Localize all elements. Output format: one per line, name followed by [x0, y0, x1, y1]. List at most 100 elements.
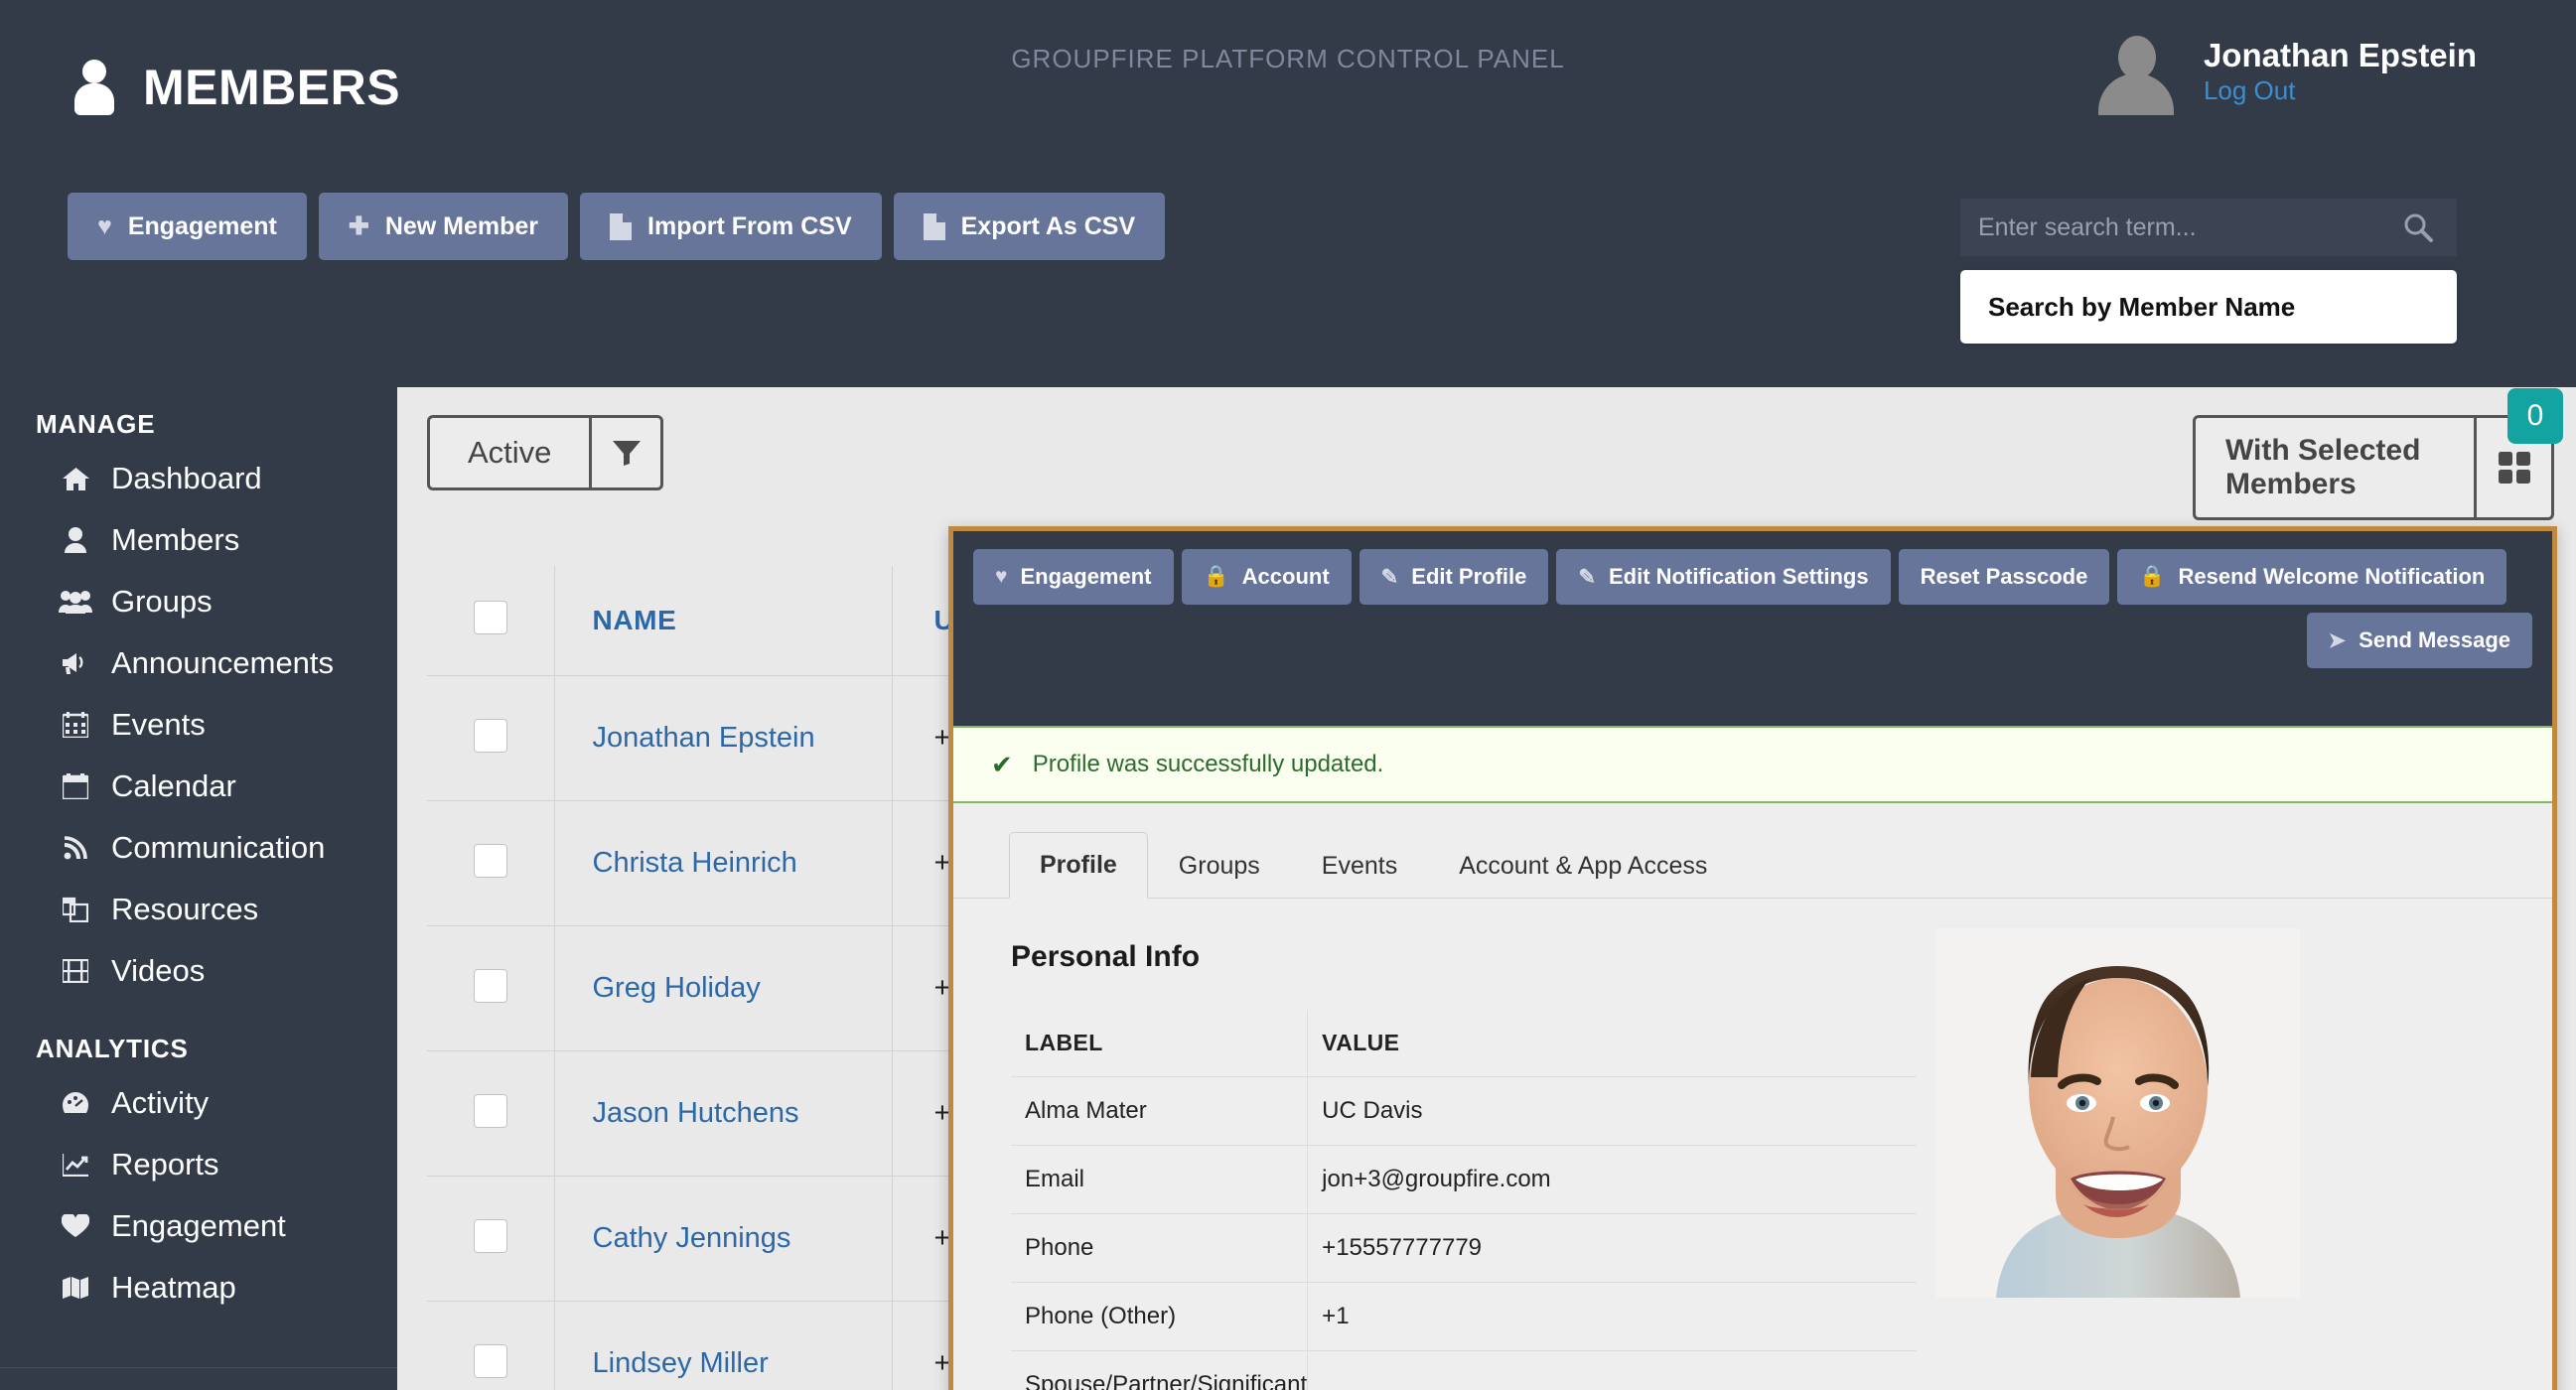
member-actions-row-1: ♥ Engagement 🔒 Account ✎ Edit Profile ✎ … — [973, 549, 2532, 605]
search-field[interactable] — [1960, 199, 2457, 256]
info-value: UC Davis — [1307, 1076, 1917, 1146]
sidebar-item-label: Heatmap — [111, 1270, 236, 1305]
sidebar-section-analytics-title: ANALYTICS — [36, 1034, 189, 1063]
person-icon — [58, 527, 93, 553]
resend-welcome-notification-button[interactable]: 🔒 Resend Welcome Notification — [2117, 549, 2507, 605]
new-member-button[interactable]: ✚ New Member — [318, 193, 569, 260]
info-column-header-value: VALUE — [1307, 1010, 1917, 1077]
sidebar-item-members[interactable]: Members — [0, 509, 397, 571]
select-all-checkbox[interactable] — [473, 601, 507, 635]
engagement-action-button[interactable]: ♥ Engagement — [973, 549, 1174, 605]
sidebar-item-reports[interactable]: Reports — [0, 1134, 397, 1195]
map-icon — [58, 1276, 93, 1300]
tab-profile[interactable]: Profile — [1009, 832, 1148, 899]
lock-icon: 🔒 — [1203, 565, 1229, 588]
sidebar-item-activity[interactable]: Activity — [0, 1072, 397, 1134]
sidebar-item-label: Groups — [111, 584, 213, 619]
engagement-button[interactable]: ♥ Engagement — [68, 193, 307, 260]
info-row: Phone (Other) +1 — [1011, 1282, 1917, 1351]
info-row: Alma Mater UC Davis — [1011, 1076, 1917, 1146]
member-name-link[interactable]: Jonathan Epstein — [593, 722, 815, 754]
avatar — [2094, 30, 2178, 115]
row-checkbox[interactable] — [473, 843, 507, 878]
sidebar-item-groups[interactable]: Groups — [0, 571, 397, 632]
funnel-icon[interactable] — [589, 418, 660, 487]
logout-link[interactable]: Log Out — [2204, 74, 2477, 108]
users-icon — [58, 590, 93, 614]
column-header-name[interactable]: NAME — [554, 566, 893, 675]
selected-count-badge: 0 — [2507, 388, 2563, 444]
rss-icon — [58, 836, 93, 860]
page-title-block: MEMBERS — [72, 58, 400, 117]
check-icon: ✔ — [991, 749, 1013, 779]
sidebar-item-announcements[interactable]: Announcements — [0, 632, 397, 694]
row-checkbox[interactable] — [473, 1218, 507, 1253]
member-name-link[interactable]: Christa Heinrich — [593, 847, 797, 879]
edit-notification-settings-button[interactable]: ✎ Edit Notification Settings — [1556, 549, 1891, 605]
sidebar-item-label: Members — [111, 522, 240, 557]
status-filter-label[interactable]: Active — [430, 418, 589, 487]
file-icon — [610, 212, 633, 240]
sidebar-section-manage-title: MANAGE — [36, 409, 156, 439]
personal-info-heading: Personal Info — [1011, 940, 1201, 973]
sidebar-item-label: Events — [111, 707, 206, 742]
heart-icon — [58, 1214, 93, 1238]
person-icon — [72, 58, 117, 117]
send-message-button[interactable]: ➤ Send Message — [2306, 613, 2532, 668]
sidebar-item-label: Resources — [111, 892, 259, 926]
info-label: Email — [1011, 1145, 1309, 1214]
copy-icon — [58, 897, 93, 922]
sidebar-item-heatmap[interactable]: Heatmap — [0, 1257, 397, 1319]
info-value — [1307, 1350, 1917, 1390]
sidebar-item-calendar[interactable]: Calendar — [0, 756, 397, 817]
sidebar-divider — [0, 1367, 397, 1368]
member-detail-tabs: Profile Groups Events Account & App Acce… — [953, 803, 2552, 899]
sidebar-item-events[interactable]: Events — [0, 694, 397, 756]
sidebar-item-engagement[interactable]: Engagement — [0, 1195, 397, 1257]
info-label: Phone — [1011, 1213, 1309, 1283]
row-select-cell — [427, 1175, 555, 1301]
member-profile-photo — [1936, 928, 2300, 1298]
member-name-link[interactable]: Cathy Jennings — [593, 1222, 791, 1254]
row-checkbox[interactable] — [473, 1343, 507, 1378]
heart-icon: ♥ — [995, 565, 1008, 588]
search-area: Search by Member Name — [1960, 199, 2457, 344]
calendar-grid-icon — [58, 712, 93, 738]
account-action-button[interactable]: 🔒 Account — [1181, 549, 1352, 605]
edit-profile-button[interactable]: ✎ Edit Profile — [1359, 549, 1549, 605]
header-action-buttons: ♥ Engagement ✚ New Member Import From CS… — [68, 193, 1166, 260]
sidebar-item-resources[interactable]: Resources — [0, 879, 397, 940]
row-name-cell: Christa Heinrich — [554, 799, 893, 925]
row-name-cell: Cathy Jennings — [554, 1175, 893, 1301]
export-csv-button[interactable]: Export As CSV — [893, 193, 1166, 260]
info-row: Spouse/Partner/Significant — [1011, 1350, 1917, 1390]
sidebar-item-communication[interactable]: Communication — [0, 817, 397, 879]
search-dropdown-option[interactable]: Search by Member Name — [1960, 270, 2457, 344]
reset-passcode-button[interactable]: Reset Passcode — [1898, 549, 2110, 605]
row-checkbox[interactable] — [473, 1093, 507, 1128]
member-name-link[interactable]: Greg Holiday — [593, 972, 761, 1004]
search-icon[interactable] — [2397, 207, 2439, 248]
info-value: +1 — [1307, 1282, 1917, 1351]
tab-events[interactable]: Events — [1291, 833, 1428, 899]
success-alert-text: Profile was successfully updated. — [1032, 751, 1384, 777]
calendar-icon — [58, 773, 93, 799]
import-csv-button[interactable]: Import From CSV — [580, 193, 882, 260]
members-admin-page: GROUPFIRE PLATFORM CONTROL PANEL MEMBERS… — [0, 0, 2576, 1390]
search-input[interactable] — [1978, 212, 2397, 242]
personal-info-table: LABEL VALUE Alma Mater UC Davis Email jo… — [1011, 1010, 1917, 1390]
row-select-cell — [427, 1300, 555, 1390]
member-name-link[interactable]: Jason Hutchens — [593, 1097, 799, 1129]
line-chart-icon — [58, 1153, 93, 1177]
sidebar-item-dashboard[interactable]: Dashboard — [0, 448, 397, 509]
sidebar-item-videos[interactable]: Videos — [0, 940, 397, 1002]
member-name-link[interactable]: Lindsey Miller — [593, 1347, 769, 1379]
tab-account-app-access[interactable]: Account & App Access — [1428, 833, 1738, 899]
pencil-icon: ✎ — [1380, 565, 1399, 589]
row-checkbox[interactable] — [473, 968, 507, 1003]
with-selected-members-label[interactable]: With Selected Members — [2196, 418, 2474, 517]
sidebar-item-label: Dashboard — [111, 461, 262, 495]
tab-groups[interactable]: Groups — [1148, 833, 1291, 899]
current-user-block: Jonathan Epstein Log Out — [2094, 30, 2477, 115]
row-checkbox[interactable] — [473, 718, 507, 753]
